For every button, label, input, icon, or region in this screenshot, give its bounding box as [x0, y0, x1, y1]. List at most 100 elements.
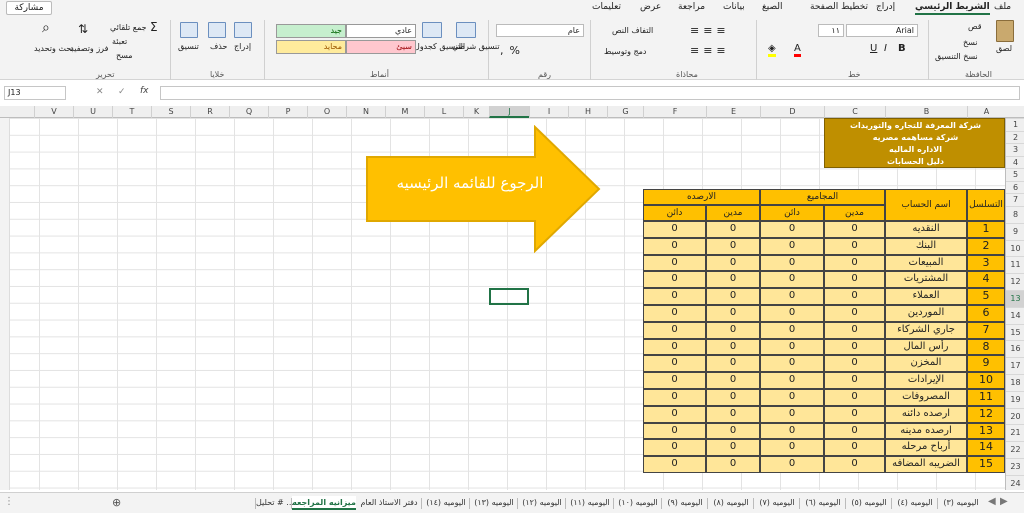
menu-file[interactable]: ملف: [994, 2, 1011, 12]
row-header-1[interactable]: 1: [1006, 118, 1024, 131]
row-header-14[interactable]: 14: [1006, 306, 1024, 324]
row-header-5[interactable]: 5: [1006, 168, 1024, 181]
column-header-N[interactable]: N: [346, 106, 385, 118]
merge-center-button[interactable]: دمج وتوسيط: [604, 47, 647, 56]
column-header-U[interactable]: U: [73, 106, 112, 118]
column-header-Q[interactable]: Q: [229, 106, 268, 118]
sheet-tab[interactable]: اليوميه (٨): [708, 496, 754, 510]
row-header-12[interactable]: 12: [1006, 273, 1024, 290]
tab-scroll-left-icon[interactable]: ◀: [988, 496, 996, 507]
format-cells-button[interactable]: تنسيق: [178, 42, 199, 51]
format-painter-button[interactable]: نسخ التنسيق: [935, 52, 978, 61]
share-button[interactable]: مشاركة: [6, 1, 52, 15]
clear-button[interactable]: مسح: [116, 51, 133, 60]
menu-home[interactable]: الشريط الرئيسي: [915, 2, 990, 15]
menu-formulas[interactable]: الصيغ: [762, 2, 783, 12]
formula-input[interactable]: [160, 86, 1020, 100]
format-as-table-button[interactable]: التنسيق كجدول: [414, 42, 465, 51]
fill-button[interactable]: تعبئة: [112, 37, 127, 46]
style-good[interactable]: جيد: [276, 24, 346, 38]
style-neutral[interactable]: محايد: [276, 40, 346, 54]
sheet-tab[interactable]: اليوميه (٧): [754, 496, 800, 510]
number-format-select[interactable]: عام: [496, 24, 584, 37]
column-header-E[interactable]: E: [706, 106, 760, 118]
column-header-G[interactable]: G: [607, 106, 643, 118]
row-header-17[interactable]: 17: [1006, 357, 1024, 374]
row-header-10[interactable]: 10: [1006, 239, 1024, 257]
cut-button[interactable]: قص: [968, 22, 982, 31]
font-name-select[interactable]: Arial: [846, 24, 918, 37]
menu-insert[interactable]: إدراج: [876, 2, 895, 12]
insert-cells-button[interactable]: إدراج: [234, 42, 251, 51]
menu-review[interactable]: مراجعة: [678, 2, 705, 12]
sheet-tab[interactable]: ميزانيه المراجعه: [292, 496, 356, 510]
column-header-C[interactable]: C: [824, 106, 885, 118]
column-header-D[interactable]: D: [760, 106, 824, 118]
style-normal[interactable]: عادي: [346, 24, 416, 38]
align-top-icon[interactable]: ≡≡≡: [690, 24, 730, 37]
row-header-2[interactable]: 2: [1006, 130, 1024, 144]
row-header-7[interactable]: 7: [1006, 193, 1024, 206]
sheet-tab[interactable]: اليوميه (١٠): [614, 496, 662, 510]
vertical-scrollbar[interactable]: [0, 118, 10, 490]
paste-icon[interactable]: [996, 20, 1014, 42]
sheet-tab[interactable]: دفتر الاستاذ العام: [356, 496, 422, 510]
sheet-tab[interactable]: اليوميه (١٤): [422, 496, 470, 510]
autosum-button[interactable]: جمع تلقائي: [110, 23, 147, 32]
column-header-M[interactable]: M: [385, 106, 424, 118]
delete-cells-icon[interactable]: [208, 22, 226, 38]
sort-filter-icon[interactable]: ⇅: [78, 22, 88, 36]
format-cells-icon[interactable]: [180, 22, 198, 38]
tab-scroll-options[interactable]: ⋮: [4, 496, 14, 507]
column-header-J[interactable]: J: [489, 106, 529, 118]
sheet-tab[interactable]: اليوميه (٤): [892, 496, 938, 510]
italic-icon[interactable]: I: [884, 43, 887, 54]
format-as-table-icon[interactable]: [422, 22, 442, 38]
row-header-9[interactable]: 9: [1006, 222, 1024, 240]
column-header-I[interactable]: I: [529, 106, 568, 118]
column-header-R[interactable]: R: [190, 106, 229, 118]
sheet-tab[interactable]: اليوميه (٩): [662, 496, 708, 510]
menu-help[interactable]: تعليمات: [592, 2, 621, 12]
tab-scroll-right-icon[interactable]: ▶: [1000, 496, 1008, 507]
row-header-24[interactable]: 24: [1006, 474, 1024, 492]
column-header-L[interactable]: L: [424, 106, 463, 118]
column-header-F[interactable]: F: [643, 106, 706, 118]
conditional-format-icon[interactable]: [456, 22, 476, 38]
menu-data[interactable]: بيانات: [723, 2, 745, 12]
find-select-icon[interactable]: ⌕: [42, 20, 50, 36]
row-header-23[interactable]: 23: [1006, 458, 1024, 475]
sheet-tab[interactable]: تحليل # ...: [256, 496, 294, 510]
sheet-tab[interactable]: اليوميه (٣): [938, 496, 984, 510]
row-header-11[interactable]: 11: [1006, 256, 1024, 273]
sheet-tab[interactable]: اليوميه (١٢): [518, 496, 566, 510]
column-header-B[interactable]: B: [885, 106, 967, 118]
menu-page-layout[interactable]: تخطيط الصفحة: [810, 2, 868, 12]
sheet-tab[interactable]: اليوميه (٦): [800, 496, 846, 510]
column-header-P[interactable]: P: [268, 106, 307, 118]
column-header-S[interactable]: S: [151, 106, 190, 118]
sort-filter-button[interactable]: فرز وتصفية: [70, 44, 108, 53]
name-box[interactable]: J13: [4, 86, 66, 100]
copy-button[interactable]: نسخ: [963, 38, 978, 47]
function-icon[interactable]: fx: [140, 86, 149, 96]
row-header-16[interactable]: 16: [1006, 340, 1024, 357]
row-header-20[interactable]: 20: [1006, 407, 1024, 425]
sheet-tab[interactable]: اليوميه (٥): [846, 496, 892, 510]
row-header-19[interactable]: 19: [1006, 390, 1024, 408]
sheet-tab[interactable]: اليوميه (١٣): [470, 496, 518, 510]
column-header-V[interactable]: V: [34, 106, 73, 118]
row-header-21[interactable]: 21: [1006, 424, 1024, 441]
paste-button[interactable]: لصق: [996, 44, 1012, 53]
row-header-18[interactable]: 18: [1006, 374, 1024, 391]
row-header-3[interactable]: 3: [1006, 143, 1024, 156]
row-header-6[interactable]: 6: [1006, 180, 1024, 194]
font-size-select[interactable]: ١١: [818, 24, 844, 37]
add-sheet-icon[interactable]: ⊕: [112, 496, 121, 509]
autosum-icon[interactable]: Σ: [150, 20, 158, 34]
bold-icon[interactable]: B: [898, 43, 906, 54]
row-header-15[interactable]: 15: [1006, 323, 1024, 341]
enter-icon[interactable]: ✓: [118, 87, 126, 97]
column-header-T[interactable]: T: [112, 106, 151, 118]
cancel-icon[interactable]: ✕: [96, 87, 104, 97]
